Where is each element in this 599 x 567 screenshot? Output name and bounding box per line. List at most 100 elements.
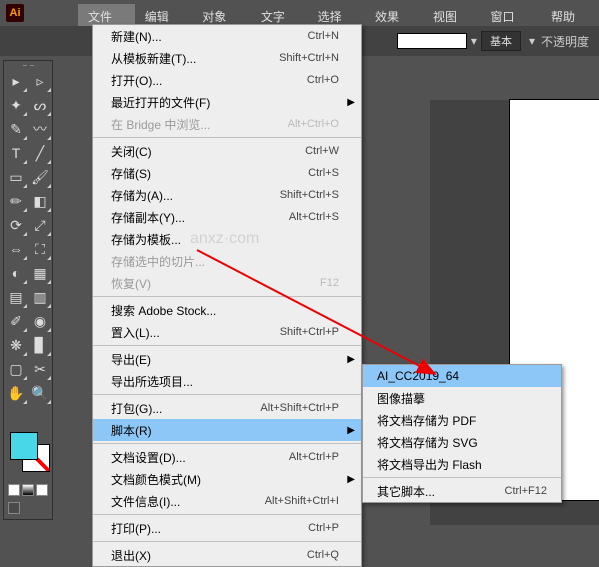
- menu-item-label: 文档颜色模式(M): [111, 471, 339, 488]
- menu-item-label: 新建(N)...: [111, 28, 308, 45]
- menu-item-shortcut: Ctrl+P: [308, 522, 339, 534]
- menu-item[interactable]: 导出(E) ▶: [93, 348, 361, 370]
- tool-free-transform[interactable]: ⛶: [28, 237, 52, 261]
- menu-item[interactable]: 存储(S)Ctrl+S: [93, 162, 361, 184]
- menu-item[interactable]: 导出所选项目...: [93, 370, 361, 392]
- tool-pen[interactable]: ✎: [4, 117, 28, 141]
- brush-dropdown-icon[interactable]: ▾: [529, 34, 535, 48]
- stroke-dropdown-icon[interactable]: ▾: [471, 34, 477, 48]
- menu-item[interactable]: 存储为模板...: [93, 228, 361, 250]
- menu-item[interactable]: 存储为(A)...Shift+Ctrl+S: [93, 184, 361, 206]
- submenu-item-label: 图像描摹: [377, 390, 547, 407]
- tool-column-graph[interactable]: ▊: [28, 333, 52, 357]
- menu-item-label: 文件信息(I)...: [111, 493, 265, 510]
- brush-basic[interactable]: 基本: [481, 31, 521, 51]
- menu-item[interactable]: 打包(G)...Alt+Shift+Ctrl+P: [93, 397, 361, 419]
- submenu-item-label: 将文档存储为 PDF: [377, 412, 547, 429]
- menu-item[interactable]: 存储副本(Y)...Alt+Ctrl+S: [93, 206, 361, 228]
- tool-eyedropper[interactable]: ✐: [4, 309, 28, 333]
- submenu-item-label: 其它脚本...: [377, 483, 505, 500]
- tool-direct-selection[interactable]: ▹: [28, 69, 52, 93]
- menu-item-shortcut: Shift+Ctrl+N: [279, 52, 339, 64]
- menu-item[interactable]: 置入(L)...Shift+Ctrl+P: [93, 321, 361, 343]
- script-submenu: AI_CC2019_64 图像描摹将文档存储为 PDF 将文档存储为 SVG将文档导…: [362, 364, 562, 503]
- menu-item[interactable]: 从模板新建(T)...Shift+Ctrl+N: [93, 47, 361, 69]
- menu-item-shortcut: Shift+Ctrl+S: [280, 189, 339, 201]
- menu-item[interactable]: 文件信息(I)...Alt+Shift+Ctrl+I: [93, 490, 361, 512]
- color-mode-row: [4, 482, 52, 498]
- tool-selection[interactable]: ▸: [4, 69, 28, 93]
- menu-item-shortcut: Shift+Ctrl+P: [280, 326, 339, 338]
- menu-item-label: 在 Bridge 中浏览...: [111, 116, 288, 133]
- tool-line[interactable]: ╱: [28, 141, 52, 165]
- menu-item-label: 导出(E): [111, 351, 339, 368]
- tool-hand[interactable]: ✋: [4, 381, 28, 405]
- tool-rectangle[interactable]: ▭: [4, 165, 28, 189]
- color-mode-none[interactable]: [36, 484, 48, 496]
- submenu-arrow-icon: ▶: [347, 425, 355, 436]
- menu-item-shortcut: F12: [320, 277, 339, 289]
- menu-item[interactable]: 打开(O)...Ctrl+O: [93, 69, 361, 91]
- menu-item-label: 存储(S): [111, 165, 308, 182]
- submenu-arrow-icon: ▶: [347, 97, 355, 108]
- tool-slice[interactable]: ✂: [28, 357, 52, 381]
- menu-item[interactable]: 打印(P)...Ctrl+P: [93, 517, 361, 539]
- menu-item[interactable]: 退出(X)Ctrl+Q: [93, 544, 361, 566]
- menu-item-label: 关闭(C): [111, 143, 305, 160]
- submenu-item[interactable]: 将文档导出为 Flash: [363, 453, 561, 475]
- tool-mesh[interactable]: ▤: [4, 285, 28, 309]
- menu-item[interactable]: 文档设置(D)...Alt+Ctrl+P: [93, 446, 361, 468]
- menu-item-shortcut: Ctrl+S: [308, 167, 339, 179]
- menu-item[interactable]: 最近打开的文件(F) ▶: [93, 91, 361, 113]
- menu-item-shortcut: Ctrl+W: [305, 145, 339, 157]
- menu-item-label: 打包(G)...: [111, 400, 260, 417]
- tool-eraser[interactable]: ◧: [28, 189, 52, 213]
- menu-item[interactable]: 搜索 Adobe Stock...: [93, 299, 361, 321]
- menu-item-shortcut: Ctrl+O: [307, 74, 339, 86]
- tool-width[interactable]: ⇔: [4, 237, 28, 261]
- panel-handle[interactable]: [4, 61, 52, 69]
- color-mode-normal[interactable]: [8, 484, 20, 496]
- stroke-preview[interactable]: [397, 33, 467, 49]
- menu-item: 在 Bridge 中浏览...Alt+Ctrl+O: [93, 113, 361, 135]
- screen-mode[interactable]: [8, 502, 20, 514]
- tool-shaper[interactable]: ✏: [4, 189, 28, 213]
- fill-color-swatch[interactable]: [10, 432, 38, 460]
- submenu-item[interactable]: 图像描摹: [363, 387, 561, 409]
- tool-curvature[interactable]: 〰: [28, 117, 52, 141]
- menu-item-label: 导出所选项目...: [111, 373, 339, 390]
- tool-perspective[interactable]: ▦: [28, 261, 52, 285]
- file-menu-dropdown: 新建(N)...Ctrl+N从模板新建(T)...Shift+Ctrl+N打开(…: [92, 24, 362, 567]
- tool-rotate[interactable]: ⟳: [4, 213, 28, 237]
- menu-item-label: 恢复(V): [111, 275, 320, 292]
- menu-item-label: 脚本(R): [111, 422, 339, 439]
- menu-item-label: 打开(O)...: [111, 72, 307, 89]
- menu-item[interactable]: 文档颜色模式(M) ▶: [93, 468, 361, 490]
- submenu-arrow-icon: ▶: [347, 354, 355, 365]
- tool-scale[interactable]: ⤢: [28, 213, 52, 237]
- submenu-arrow-icon: ▶: [347, 474, 355, 485]
- submenu-item[interactable]: 将文档存储为 SVG: [363, 431, 561, 453]
- submenu-item[interactable]: AI_CC2019_64: [363, 365, 561, 387]
- submenu-item[interactable]: 将文档存储为 PDF: [363, 409, 561, 431]
- menu-item-label: 最近打开的文件(F): [111, 94, 339, 111]
- menu-item-shortcut: Alt+Ctrl+O: [288, 118, 339, 130]
- color-mode-gradient[interactable]: [22, 484, 34, 496]
- tool-blend[interactable]: ◉: [28, 309, 52, 333]
- menu-item-label: 存储为(A)...: [111, 187, 280, 204]
- tool-shape-builder[interactable]: ◐: [4, 261, 28, 285]
- menu-item-label: 搜索 Adobe Stock...: [111, 302, 339, 319]
- tool-paintbrush[interactable]: 🖌: [28, 165, 52, 189]
- menu-item[interactable]: 关闭(C)Ctrl+W: [93, 140, 361, 162]
- menu-item[interactable]: 脚本(R) ▶: [93, 419, 361, 441]
- tool-type[interactable]: T: [4, 141, 28, 165]
- menu-item[interactable]: 新建(N)...Ctrl+N: [93, 25, 361, 47]
- submenu-item[interactable]: 其它脚本...Ctrl+F12: [363, 480, 561, 502]
- tool-magic-wand[interactable]: ✦: [4, 93, 28, 117]
- tool-zoom[interactable]: 🔍: [28, 381, 52, 405]
- tool-symbol-sprayer[interactable]: ❋: [4, 333, 28, 357]
- tool-lasso[interactable]: ᔕ: [28, 93, 52, 117]
- tool-panel: ▸▹✦ᔕ✎〰T╱▭🖌✏◧⟳⤢⇔⛶◐▦▤▥✐◉❋▊▢✂✋🔍: [3, 60, 53, 520]
- tool-artboard[interactable]: ▢: [4, 357, 28, 381]
- tool-gradient[interactable]: ▥: [28, 285, 52, 309]
